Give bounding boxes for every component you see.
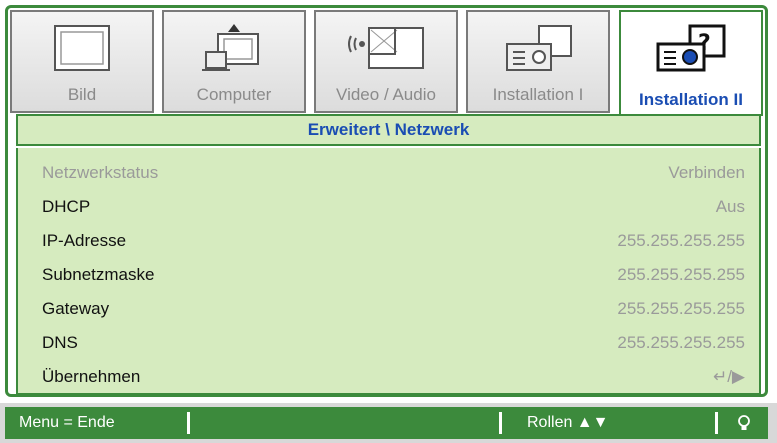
tab-video-audio[interactable]: Video / Audio — [314, 10, 458, 113]
footer-bar: Menu = Ende Rollen ▲▼ — [0, 403, 777, 443]
setting-value: Aus — [715, 197, 745, 216]
setting-value: 255.255.255.255 — [617, 265, 745, 284]
tab-installation-1[interactable]: Installation I — [466, 10, 610, 113]
enter-arrow-icon: ↵/▶ — [712, 367, 745, 386]
setting-value: 255.255.255.255 — [617, 333, 745, 352]
footer-inner: Menu = Ende Rollen ▲▼ — [5, 407, 768, 439]
setting-subnetzmaske[interactable]: Subnetzmaske 255.255.255.255 — [42, 258, 745, 292]
picture-icon — [54, 25, 110, 71]
section-title: Erweitert \ Netzwerk — [16, 114, 761, 146]
settings-panel: Netzwerkstatus Verbinden DHCP Aus IP-Adr… — [16, 148, 761, 395]
tab-bild[interactable]: Bild — [10, 10, 154, 113]
setting-label: Subnetzmaske — [42, 265, 155, 284]
setting-label: DNS — [42, 333, 78, 352]
setting-label: Gateway — [42, 299, 110, 318]
setting-value: 255.255.255.255 — [617, 231, 745, 250]
setting-netzwerkstatus: Netzwerkstatus Verbinden — [42, 156, 745, 190]
footer-divider — [187, 412, 190, 434]
tab-label: Video / Audio — [336, 85, 436, 104]
tab-installation-2[interactable]: ? Installation II — [619, 10, 763, 116]
setting-label: Übernehmen — [42, 367, 141, 386]
tab-label: Bild — [67, 85, 97, 104]
scroll-hint: Rollen ▲▼ — [527, 414, 609, 431]
tab-label: Computer — [196, 85, 272, 104]
setting-ip-adresse[interactable]: IP-Adresse 255.255.255.255 — [42, 224, 745, 258]
setting-dns[interactable]: DNS 255.255.255.255 — [42, 326, 745, 360]
projector-icon — [506, 25, 572, 71]
tab-label: Installation I — [492, 85, 584, 104]
tab-label: Installation II — [639, 90, 743, 109]
setting-value: 255.255.255.255 — [617, 299, 745, 318]
footer-divider — [715, 412, 718, 434]
bulb-icon — [738, 415, 750, 430]
setting-label: Netzwerkstatus — [42, 163, 159, 182]
tab-bar: Bild Computer Video / Audio Installation… — [10, 10, 763, 116]
menu-exit-hint: Menu = Ende — [19, 414, 115, 431]
tab-computer[interactable]: Computer — [162, 10, 306, 113]
setting-dhcp[interactable]: DHCP Aus — [42, 190, 745, 224]
setting-gateway[interactable]: Gateway 255.255.255.255 — [42, 292, 745, 326]
computer-icon — [202, 24, 259, 71]
projector-settings-icon: ? — [656, 24, 726, 72]
setting-uebernehmen[interactable]: Übernehmen ↵/▶ — [42, 360, 745, 394]
setting-label: DHCP — [42, 197, 91, 216]
video-audio-icon — [348, 27, 424, 69]
setting-value: Verbinden — [668, 163, 745, 182]
footer-divider — [499, 412, 502, 434]
setting-label: IP-Adresse — [42, 231, 127, 250]
